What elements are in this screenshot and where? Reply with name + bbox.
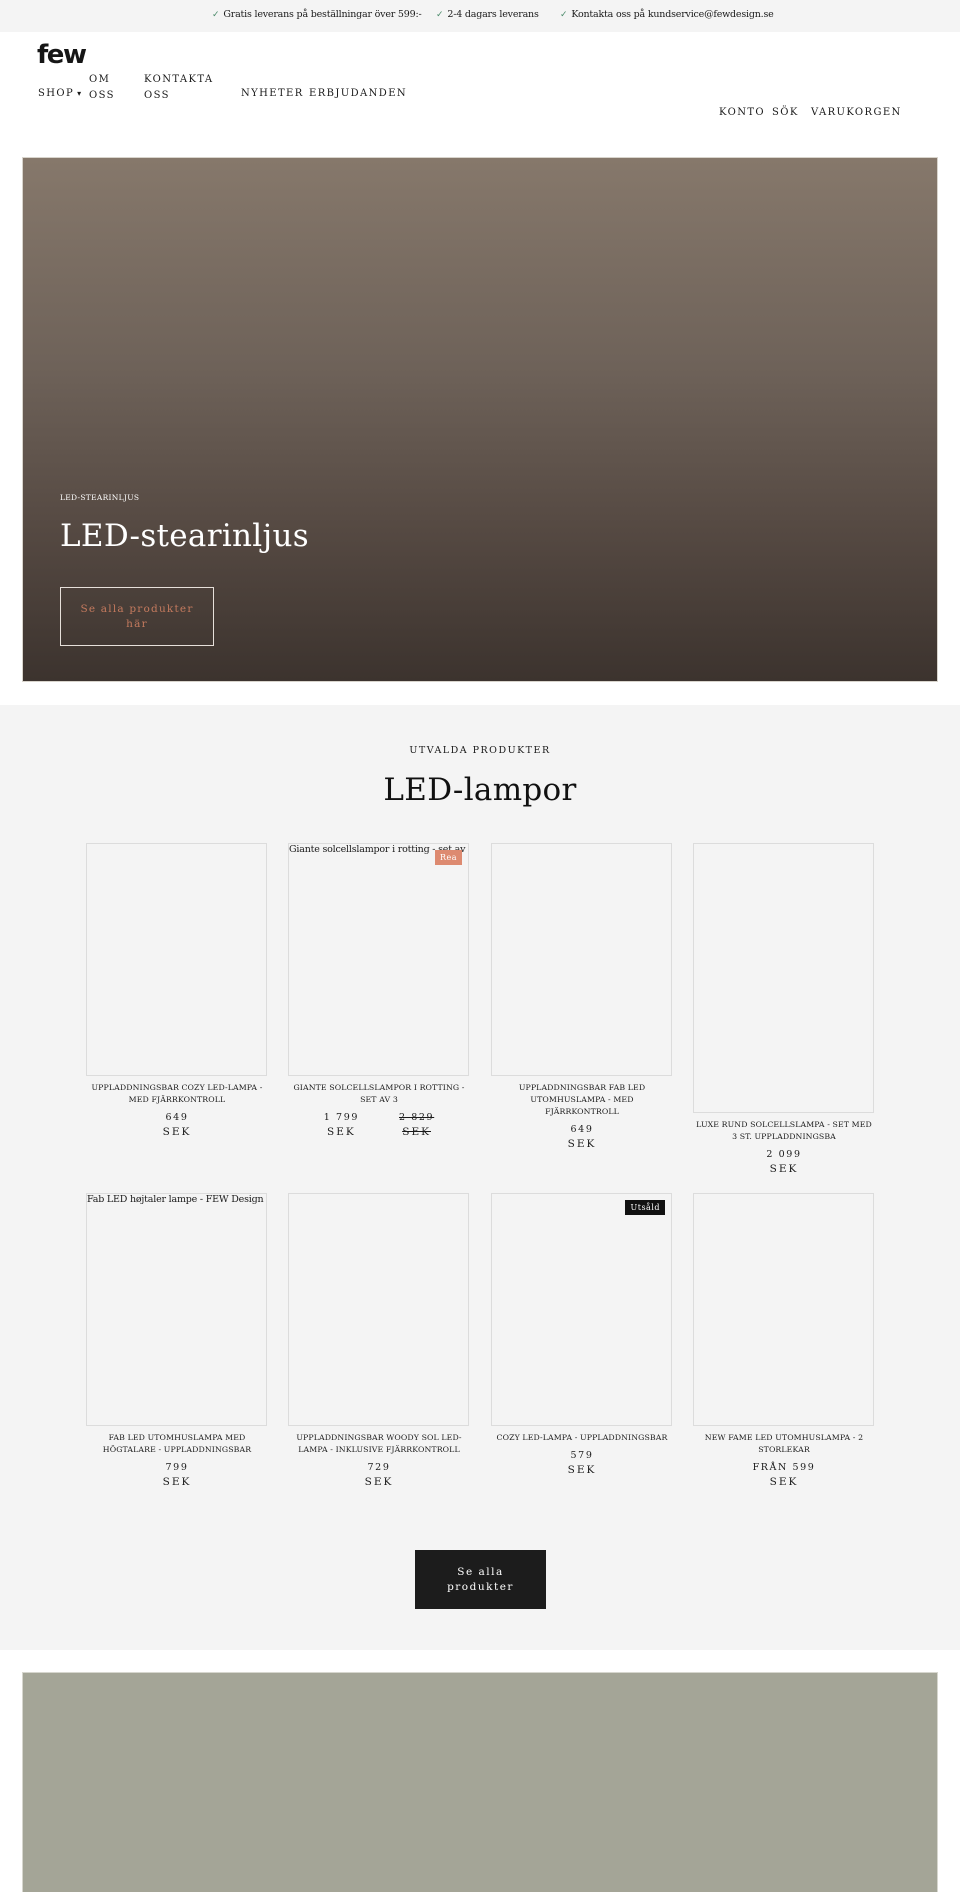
product-price: FRÅN 599 SEK bbox=[693, 1461, 875, 1489]
product-card[interactable]: Utsåld COZY LED-LAMPA - UPPLADDNINGSBAR … bbox=[491, 1193, 673, 1477]
search-link[interactable]: SÖK bbox=[772, 105, 799, 121]
product-name[interactable]: UPPLADDNINGSBAR WOODY SOL LED-LAMPA - IN… bbox=[288, 1432, 470, 1456]
price-currency: SEK bbox=[769, 1163, 799, 1175]
product-image[interactable]: Fab LED højtaler lampe - FEW Design bbox=[86, 1193, 267, 1426]
announcement-text: Kontakta oss på kundservice@fewdesign.se bbox=[571, 9, 774, 20]
featured-products-section: UTVALDA PRODUKTER LED-lampor UPPLADDNING… bbox=[0, 705, 960, 1650]
price-value: 2 099 bbox=[766, 1149, 802, 1160]
price-currency: SEK bbox=[567, 1138, 597, 1150]
product-image[interactable] bbox=[693, 1193, 874, 1426]
product-card[interactable]: LUXE RUND SOLCELLSLAMPA - SET MED 3 ST. … bbox=[693, 843, 875, 1176]
price-currency: SEK bbox=[364, 1476, 394, 1488]
price-value: 1 799 bbox=[323, 1112, 359, 1123]
compare-price-value: 2 829 bbox=[399, 1112, 435, 1123]
secondary-banner bbox=[22, 1672, 938, 1892]
product-card[interactable]: UPPLADDNINGSBAR COZY LED-LAMPA - MED FJÄ… bbox=[86, 843, 268, 1139]
price-value: 649 bbox=[165, 1112, 189, 1123]
chevron-down-icon: ▾ bbox=[77, 89, 83, 98]
price-currency: SEK bbox=[162, 1126, 192, 1138]
announcement-delivery-time: ✓ 2-4 dagars leverans bbox=[436, 9, 539, 20]
nav-nyheter[interactable]: NYHETER bbox=[241, 86, 304, 102]
hero-cta-button[interactable]: Se alla produkter här bbox=[60, 587, 214, 646]
compare-price: 2 829 SEK bbox=[399, 1111, 434, 1139]
check-icon: ✓ bbox=[212, 10, 220, 20]
nav-kontakta-oss[interactable]: KONTAKTA OSS bbox=[144, 72, 214, 104]
product-price: 2 099 SEK bbox=[693, 1148, 875, 1176]
announcement-free-shipping: ✓ Gratis leverans på beställningar över 5… bbox=[212, 9, 422, 20]
announcement-bar: ✓ Gratis leverans på beställningar över 5… bbox=[0, 0, 960, 32]
product-image[interactable]: Giante solcellslampor i rotting - set av… bbox=[288, 843, 469, 1076]
hero-eyebrow: LED-STEARINLJUS bbox=[60, 493, 140, 502]
product-image-alt: Fab LED højtaler lampe - FEW Design bbox=[87, 1194, 264, 1205]
price-currency: SEK bbox=[327, 1126, 356, 1138]
price-value: 799 bbox=[165, 1462, 189, 1473]
view-all-products-button[interactable]: Se alla produkter bbox=[415, 1550, 546, 1609]
account-link[interactable]: KONTO bbox=[719, 105, 765, 121]
announcement-text: Gratis leverans på beställningar över 59… bbox=[223, 9, 422, 20]
product-card[interactable]: Giante solcellslampor i rotting - set av… bbox=[288, 843, 470, 1139]
logo[interactable]: few bbox=[37, 42, 87, 68]
price-currency: SEK bbox=[162, 1476, 192, 1488]
price-value: 579 bbox=[570, 1450, 594, 1461]
product-price: 649 SEK bbox=[491, 1123, 673, 1151]
product-name[interactable]: UPPLADDNINGSBAR FAB LED UTOMHUSLAMPA - M… bbox=[491, 1082, 673, 1118]
sale-price: 1 799 SEK bbox=[324, 1111, 359, 1139]
product-price: 1 799 SEK 2 829 SEK bbox=[288, 1111, 470, 1139]
nav-shop-label: SHOP bbox=[38, 88, 75, 99]
product-image[interactable] bbox=[86, 843, 267, 1076]
nav-om-oss[interactable]: OM OSS bbox=[89, 72, 119, 104]
product-image[interactable]: Utsåld bbox=[491, 1193, 672, 1426]
nav-erbjudanden[interactable]: ERBJUDANDEN bbox=[309, 86, 407, 102]
price-value: 649 bbox=[570, 1124, 594, 1135]
product-price: 729 SEK bbox=[288, 1461, 470, 1489]
announcement-contact: ✓ Kontakta oss på kundservice@fewdesign.s… bbox=[560, 9, 774, 20]
product-card[interactable]: Fab LED højtaler lampe - FEW Design FAB … bbox=[86, 1193, 268, 1489]
sold-out-badge: Utsåld bbox=[625, 1200, 665, 1215]
announcement-text: 2-4 dagars leverans bbox=[447, 9, 539, 20]
compare-price-currency: SEK bbox=[402, 1126, 431, 1138]
product-name[interactable]: COZY LED-LAMPA - UPPLADDNINGSBAR bbox=[491, 1432, 673, 1444]
product-image[interactable] bbox=[491, 843, 672, 1076]
check-icon: ✓ bbox=[436, 10, 444, 20]
price-currency: SEK bbox=[567, 1464, 597, 1476]
product-card[interactable]: UPPLADDNINGSBAR WOODY SOL LED-LAMPA - IN… bbox=[288, 1193, 470, 1489]
check-icon: ✓ bbox=[560, 10, 568, 20]
product-price: 649 SEK bbox=[86, 1111, 268, 1139]
product-name[interactable]: FAB LED UTOMHUSLAMPA MED HÖGTALARE - UPP… bbox=[86, 1432, 268, 1456]
price-value: FRÅN 599 bbox=[752, 1462, 816, 1473]
product-card[interactable]: NEW FAME LED UTOMHUSLAMPA - 2 STORLEKAR … bbox=[693, 1193, 875, 1489]
hero-banner: LED-STEARINLJUS LED-stearinljus Se alla … bbox=[22, 157, 938, 682]
product-name[interactable]: GIANTE SOLCELLSLAMPOR I ROTTING - SET AV… bbox=[288, 1082, 470, 1106]
product-price: 579 SEK bbox=[491, 1449, 673, 1477]
section-eyebrow: UTVALDA PRODUKTER bbox=[409, 745, 551, 756]
product-image[interactable] bbox=[693, 843, 874, 1113]
product-card[interactable]: UPPLADDNINGSBAR FAB LED UTOMHUSLAMPA - M… bbox=[491, 843, 673, 1151]
product-name[interactable]: UPPLADDNINGSBAR COZY LED-LAMPA - MED FJÄ… bbox=[86, 1082, 268, 1106]
hero-title: LED-stearinljus bbox=[60, 518, 309, 554]
product-image[interactable] bbox=[288, 1193, 469, 1426]
nav-shop[interactable]: SHOP ▾ bbox=[38, 86, 83, 102]
cart-link[interactable]: VARUKORGEN bbox=[811, 105, 902, 121]
sale-badge: Rea bbox=[434, 850, 462, 865]
price-value: 729 bbox=[367, 1462, 391, 1473]
product-name[interactable]: LUXE RUND SOLCELLSLAMPA - SET MED 3 ST. … bbox=[693, 1119, 875, 1143]
price-currency: SEK bbox=[769, 1476, 799, 1488]
product-price: 799 SEK bbox=[86, 1461, 268, 1489]
product-name[interactable]: NEW FAME LED UTOMHUSLAMPA - 2 STORLEKAR bbox=[693, 1432, 875, 1456]
section-title: LED-lampor bbox=[383, 772, 577, 808]
